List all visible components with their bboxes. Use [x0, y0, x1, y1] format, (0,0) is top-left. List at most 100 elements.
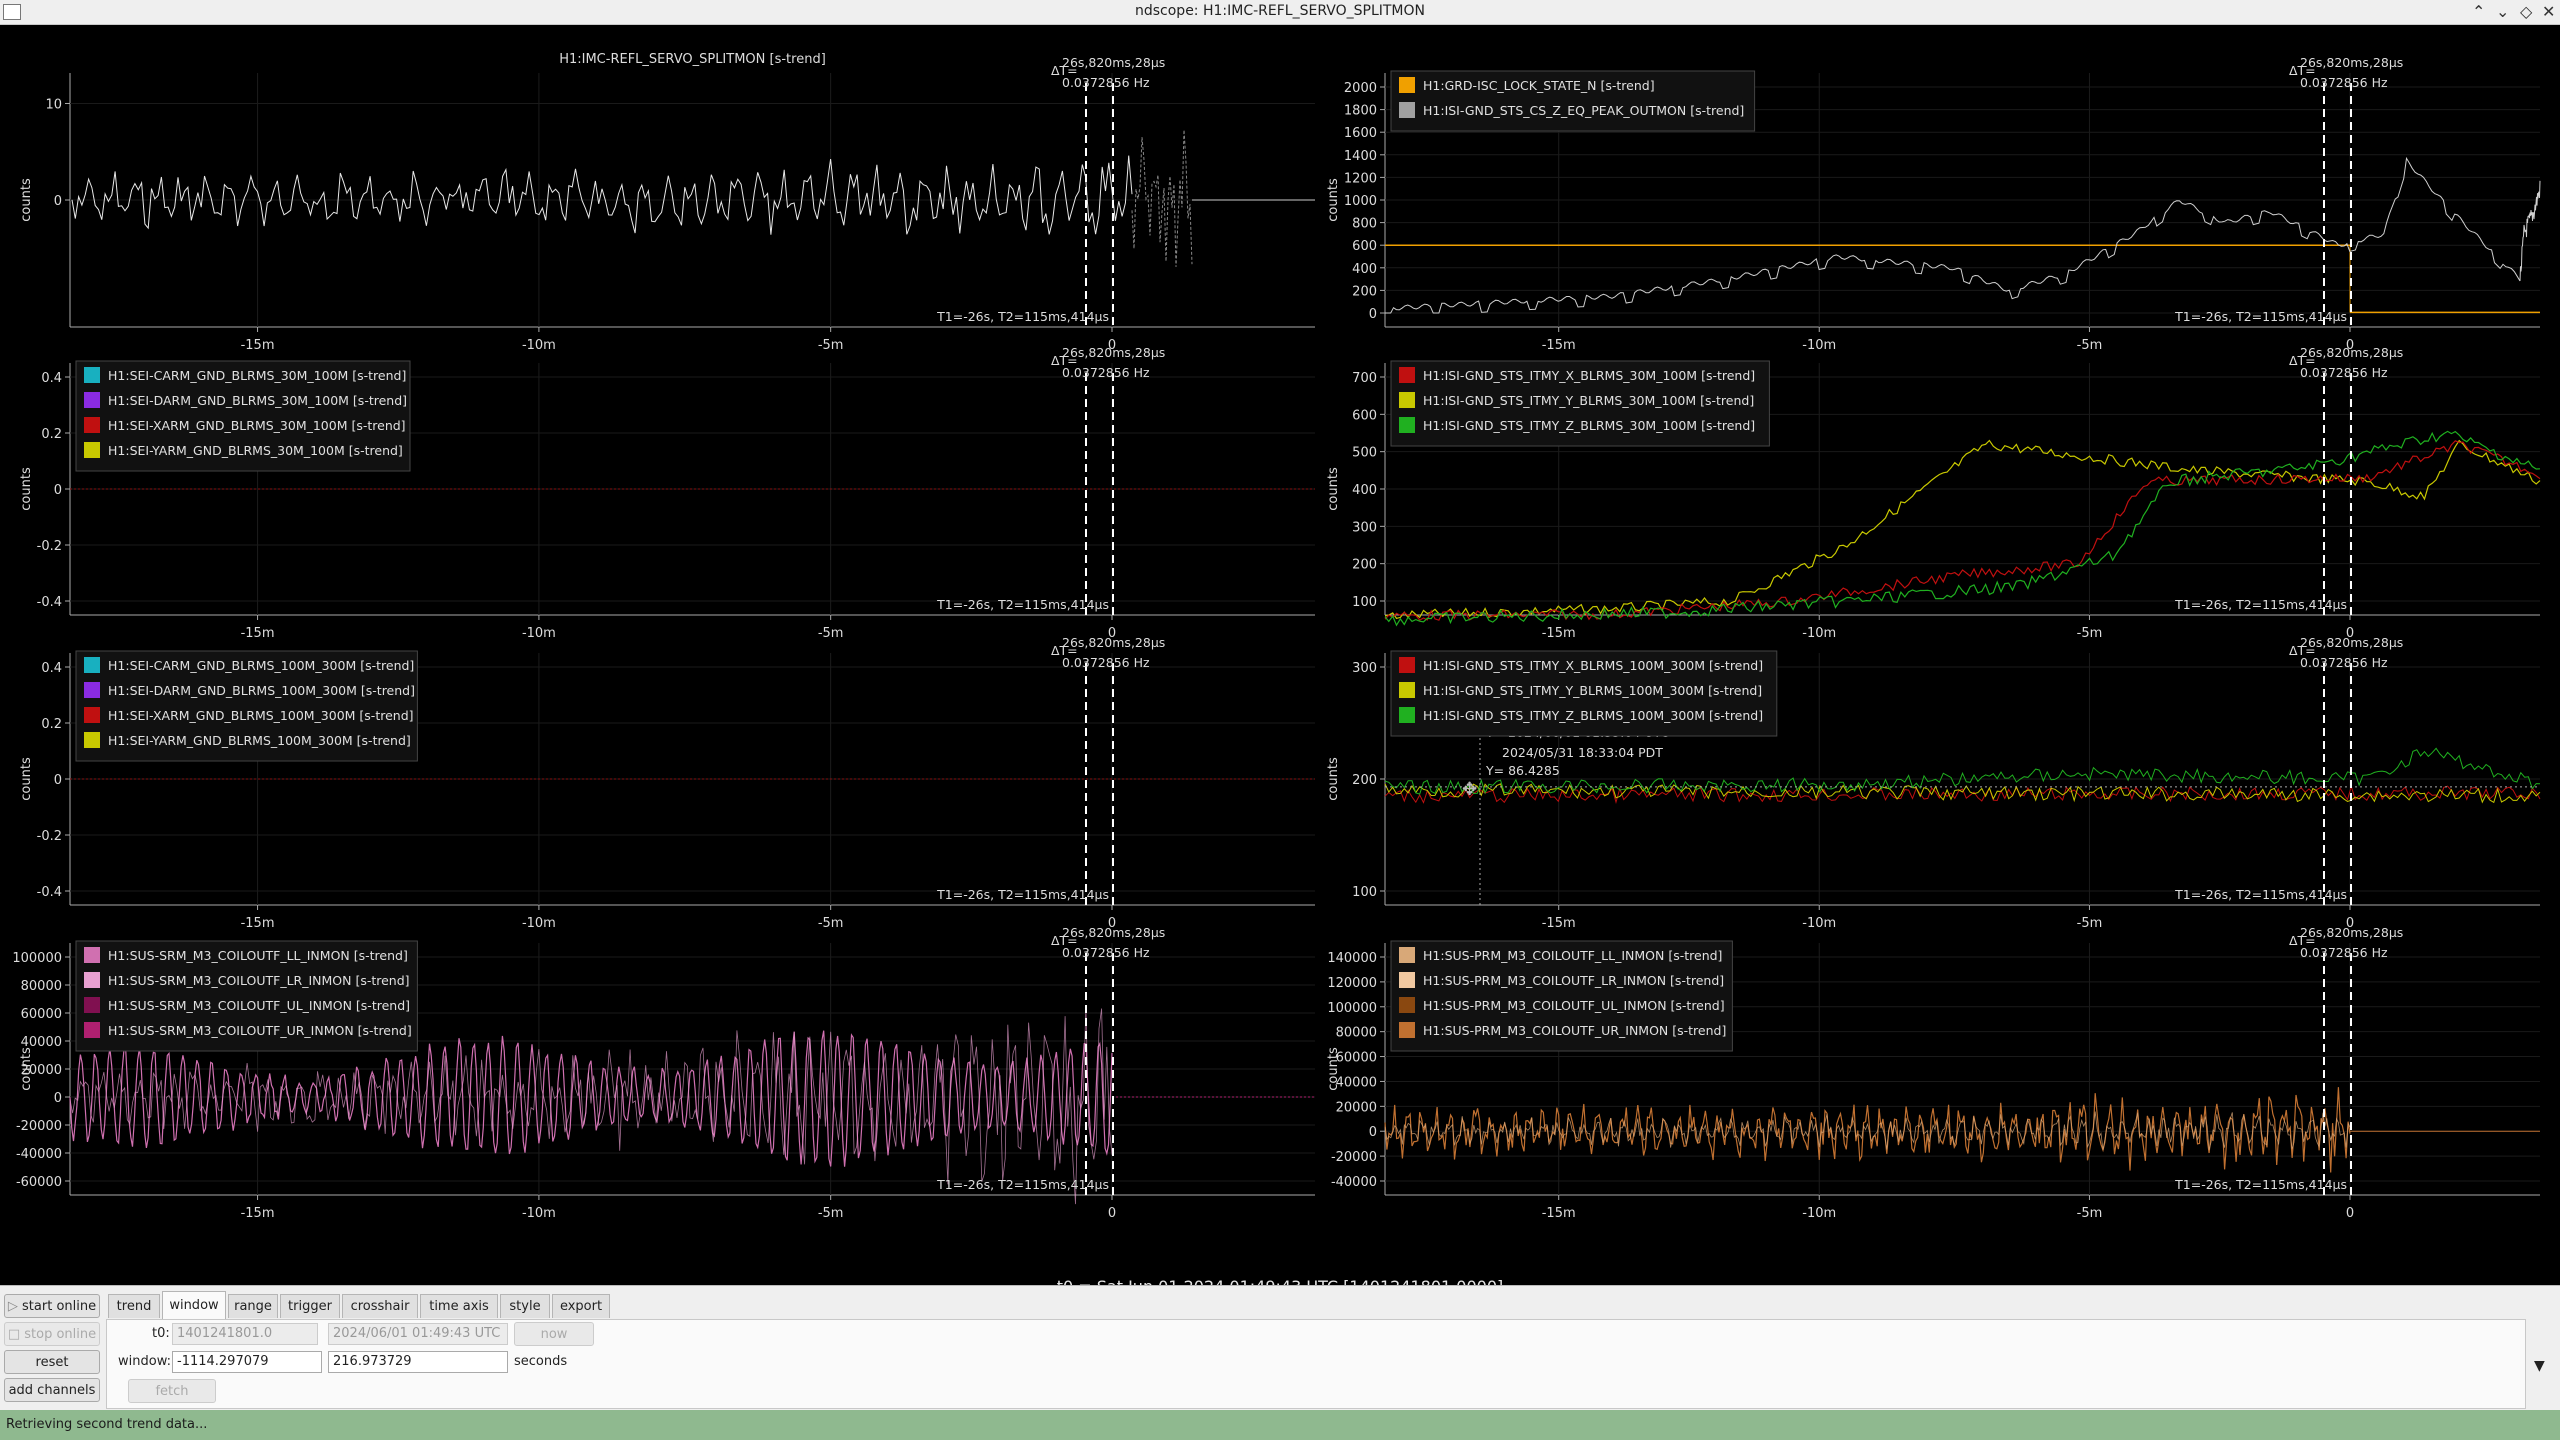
collapse-arrow-icon[interactable]: ▼	[2534, 1358, 2545, 1374]
plot-p6[interactable]: -15m-10m-5m0300200100counts✥1401240802.0…	[1326, 635, 2541, 931]
legend-swatch[interactable]	[1399, 997, 1415, 1013]
start-online-button[interactable]: ▷ start online	[4, 1294, 100, 1318]
legend-swatch[interactable]	[1399, 657, 1415, 673]
tab-trigger[interactable]: trigger	[280, 1294, 340, 1318]
legend-swatch[interactable]	[1399, 1022, 1415, 1038]
legend-swatch[interactable]	[1399, 682, 1415, 698]
reset-button[interactable]: reset	[4, 1350, 100, 1374]
plot-grid[interactable]: -15m -10m -5m 0 10 0 counts H1:IMC-REFL_SERVO_S…	[0, 25, 2560, 1296]
legend-swatch[interactable]	[84, 732, 100, 748]
legend-swatch[interactable]	[1399, 367, 1415, 383]
plot-title: H1:IMC-REFL_SERVO_SPLITMON [s-trend]	[559, 52, 826, 67]
legend-item-label[interactable]: H1:ISI-GND_STS_ITMY_Y_BLRMS_30M_100M [s-…	[1423, 393, 1754, 408]
tab-style[interactable]: style	[500, 1294, 550, 1318]
plot-p2[interactable]: -15m -10m -5m 0 2000 1800 1600 1400 1200 1000 800 6…	[1326, 55, 2541, 353]
legend-swatch[interactable]	[1399, 392, 1415, 408]
legend-swatch[interactable]	[84, 392, 100, 408]
tab-crosshair[interactable]: crosshair	[342, 1294, 418, 1318]
cursor-delta-value: 26s,820ms,28µs	[2300, 55, 2403, 70]
legend-item-label[interactable]: H1:ISI-GND_STS_CS_Z_EQ_PEAK_OUTMON [s-tr…	[1423, 103, 1744, 118]
legend-swatch[interactable]	[84, 1022, 100, 1038]
legend-item-label[interactable]: H1:SUS-SRM_M3_COILOUTF_LL_INMON [s-trend…	[108, 948, 408, 963]
control-panel: ▷ start online □ stop online reset add c…	[0, 1285, 2560, 1411]
legend-swatch[interactable]	[84, 367, 100, 383]
legend-item-label[interactable]: H1:GRD-ISC_LOCK_STATE_N [s-trend]	[1423, 78, 1655, 93]
legend-item-label[interactable]: H1:SUS-SRM_M3_COILOUTF_UL_INMON [s-trend…	[108, 998, 410, 1013]
plot-p3[interactable]: -15m -10m -5m 00.40.20-0.2-0.4countsΔT=26s,…	[19, 345, 1315, 641]
t0-gps-field[interactable]: 1401241801.0	[172, 1323, 318, 1345]
y-tick-label: -40000	[1331, 1175, 1377, 1190]
legend-swatch[interactable]	[84, 947, 100, 963]
x-tick-label: 0	[1108, 1206, 1116, 1221]
legend-item-label[interactable]: H1:SEI-XARM_GND_BLRMS_100M_300M [s-trend…	[108, 708, 414, 723]
legend-item-label[interactable]: H1:ISI-GND_STS_ITMY_Y_BLRMS_100M_300M [s…	[1423, 683, 1762, 698]
legend-swatch[interactable]	[1399, 102, 1415, 118]
now-button[interactable]: now	[514, 1322, 594, 1346]
x-tick-label: -10m	[1802, 1206, 1836, 1221]
plot-p5[interactable]: -15m -10m -5m 00.40.20-0.2-0.4countsΔT=26s,…	[19, 635, 1315, 931]
legend-item-label[interactable]: H1:SEI-YARM_GND_BLRMS_30M_100M [s-trend]	[108, 443, 403, 458]
tab-trend[interactable]: trend	[108, 1294, 160, 1318]
window-start-input[interactable]: -1114.297079	[172, 1351, 322, 1373]
legend-item-label[interactable]: H1:SEI-YARM_GND_BLRMS_100M_300M [s-trend…	[108, 733, 411, 748]
legend-item-label[interactable]: H1:SUS-SRM_M3_COILOUTF_UR_INMON [s-trend…	[108, 1023, 412, 1038]
legend-item-label[interactable]: H1:ISI-GND_STS_ITMY_Z_BLRMS_30M_100M [s-…	[1423, 418, 1755, 433]
legend-item-label[interactable]: H1:ISI-GND_STS_ITMY_X_BLRMS_30M_100M [s-…	[1423, 368, 1755, 383]
legend-swatch[interactable]	[1399, 707, 1415, 723]
y-axis-label: counts	[19, 757, 34, 801]
x-tick-label: -15m	[241, 916, 275, 931]
add-channels-button[interactable]: add channels	[4, 1378, 100, 1402]
y-tick-label: 10	[45, 97, 62, 112]
legend-swatch[interactable]	[84, 707, 100, 723]
window-end-input[interactable]: 216.973729	[328, 1351, 508, 1373]
fetch-button[interactable]: fetch	[128, 1379, 216, 1403]
x-tick-label: -5m	[818, 626, 844, 641]
cursor-delta-value: 26s,820ms,28µs	[1062, 345, 1165, 360]
y-tick-label: 600	[1352, 408, 1377, 423]
window-minimize-icon[interactable]: ⌄	[2496, 2, 2509, 21]
t0-date-field[interactable]: 2024/06/01 01:49:43 UTC	[328, 1323, 508, 1345]
plot-p4[interactable]: -15m -10m -5m 0700600500400300200100countsΔ…	[1326, 345, 2541, 641]
legend-item-label[interactable]: H1:SUS-PRM_M3_COILOUTF_UL_INMON [s-trend…	[1423, 998, 1725, 1013]
tab-range[interactable]: range	[228, 1294, 278, 1318]
legend-swatch[interactable]	[84, 997, 100, 1013]
legend-item-label[interactable]: H1:SUS-PRM_M3_COILOUTF_LL_INMON [s-trend…	[1423, 948, 1722, 963]
plot-p8[interactable]: -15m -10m -5m 0 140000 120000 100000 80000 60000…	[1326, 925, 2540, 1221]
cursor-delta-value: 26s,820ms,28µs	[2300, 925, 2403, 940]
legend-swatch[interactable]	[84, 682, 100, 698]
tab-export[interactable]: export	[552, 1294, 610, 1318]
legend-swatch[interactable]	[1399, 77, 1415, 93]
legend-item-label[interactable]: H1:SEI-DARM_GND_BLRMS_100M_300M [s-trend…	[108, 683, 415, 698]
window-close-icon[interactable]: ✕	[2542, 2, 2555, 21]
legend-item-label[interactable]: H1:SEI-XARM_GND_BLRMS_30M_100M [s-trend]	[108, 418, 406, 433]
legend-swatch[interactable]	[84, 972, 100, 988]
stop-online-button[interactable]: □ stop online	[4, 1322, 100, 1346]
legend-item-label[interactable]: H1:ISI-GND_STS_ITMY_X_BLRMS_100M_300M [s…	[1423, 658, 1763, 673]
legend-item-label[interactable]: H1:ISI-GND_STS_ITMY_Z_BLRMS_100M_300M [s…	[1423, 708, 1763, 723]
plot-p7[interactable]: -15m -10m -5m 0100000800006000040000200000-…	[12, 925, 1315, 1221]
legend-item-label[interactable]: H1:SEI-DARM_GND_BLRMS_30M_100M [s-trend]	[108, 393, 407, 408]
legend-swatch[interactable]	[1399, 947, 1415, 963]
y-tick-label: 2000	[1344, 81, 1377, 96]
legend-item-label[interactable]: H1:SEI-CARM_GND_BLRMS_100M_300M [s-trend…	[108, 658, 414, 673]
legend-item-label[interactable]: H1:SEI-CARM_GND_BLRMS_30M_100M [s-trend]	[108, 368, 406, 383]
legend-swatch[interactable]	[84, 417, 100, 433]
legend-item-label[interactable]: H1:SUS-SRM_M3_COILOUTF_LR_INMON [s-trend…	[108, 973, 410, 988]
window-maximize-icon[interactable]: ◇	[2520, 2, 2532, 21]
legend-swatch[interactable]	[1399, 972, 1415, 988]
tab-window[interactable]: window	[162, 1291, 226, 1319]
plot-p1[interactable]: -15m -10m -5m 0100countsH1:IMC-REFL_SERVO_S…	[19, 52, 1315, 353]
legend-item-label[interactable]: H1:SUS-PRM_M3_COILOUTF_UR_INMON [s-trend…	[1423, 1023, 1726, 1038]
y-tick-label: 0.2	[41, 427, 62, 442]
legend-swatch[interactable]	[84, 657, 100, 673]
plots-canvas[interactable]: -15m -10m -5m 0100countsH1:IMC-REFL_SERVO_S…	[0, 25, 2560, 1285]
tab-time-axis[interactable]: time axis	[420, 1294, 498, 1318]
legend-item-label[interactable]: H1:SUS-PRM_M3_COILOUTF_LR_INMON [s-trend…	[1423, 973, 1724, 988]
legend-swatch[interactable]	[1399, 417, 1415, 433]
x-tick-label: -5m	[2077, 916, 2103, 931]
legend-swatch[interactable]	[84, 442, 100, 458]
window-shade-icon[interactable]: ⌃	[2472, 2, 2485, 21]
x-tick-label: -5m	[818, 916, 844, 931]
y-tick-label: 100000	[12, 951, 62, 966]
x-tick-label: -10m	[1802, 626, 1836, 641]
